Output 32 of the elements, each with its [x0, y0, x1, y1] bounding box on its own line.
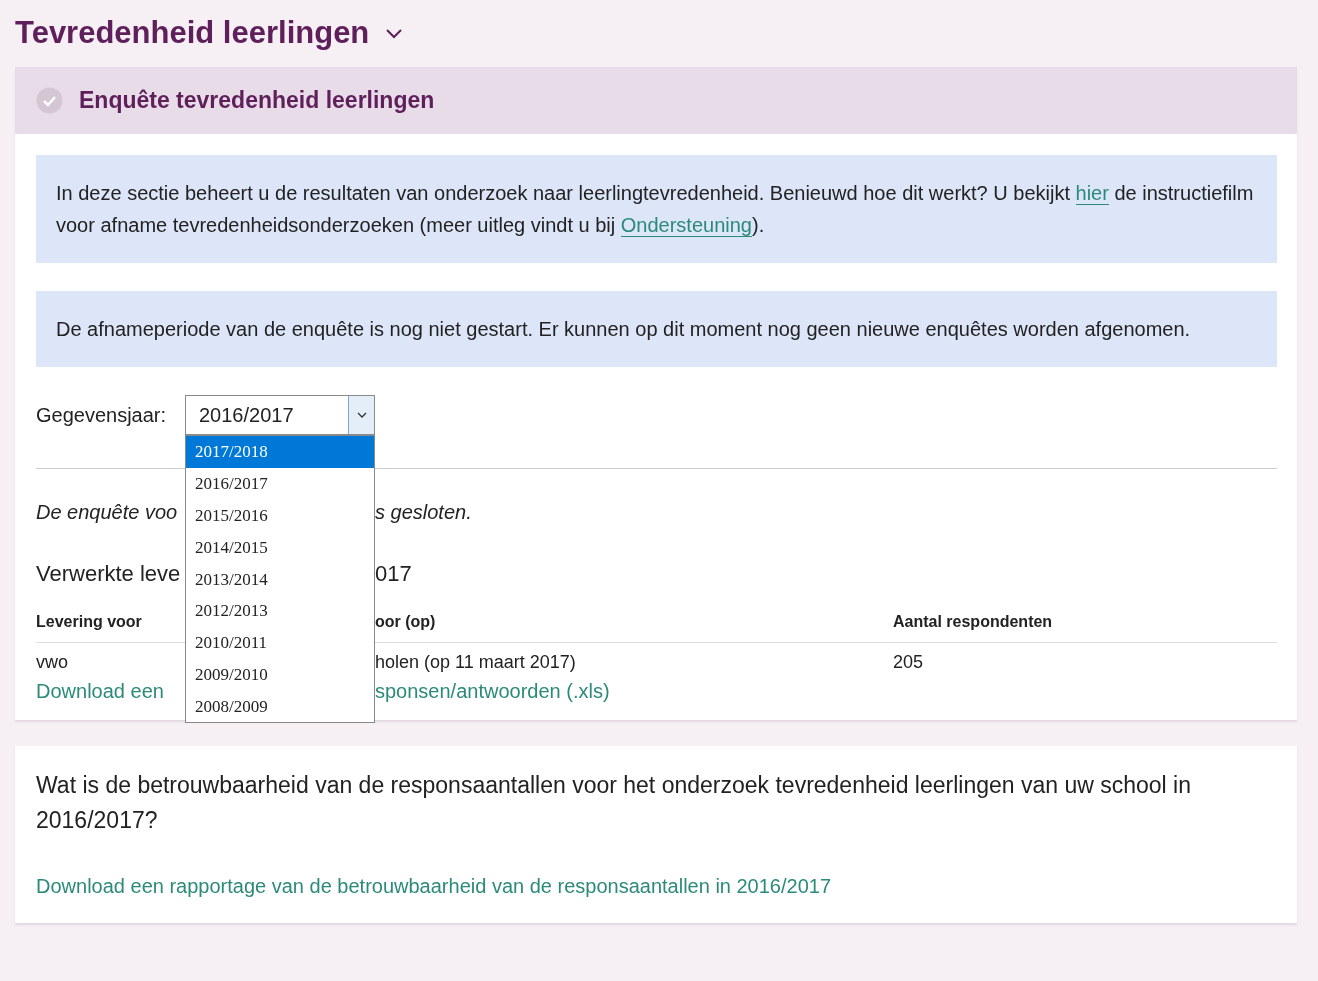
section-heading: 017 — [375, 560, 413, 589]
dropdown-option[interactable]: 2012/2013 — [186, 595, 374, 627]
status-text: De enquête voo — [36, 500, 179, 526]
page-title: Tevredenheid leerlingen — [15, 14, 370, 52]
panel-title: Enquête tevredenheid leerlingen — [79, 86, 435, 115]
field-label: Gegevensjaar: — [36, 403, 168, 429]
dropdown-option[interactable]: 2013/2014 — [186, 563, 374, 596]
table-cell-text: vwo — [36, 651, 69, 675]
dropdown-option[interactable]: 2009/2010 — [186, 658, 374, 691]
dropdown-option[interactable]: 2016/2017 — [186, 468, 374, 500]
column-header: Aantal respondenten — [893, 612, 1054, 633]
column-header: Levering voor — [36, 612, 143, 633]
status-text: s gesloten. — [375, 500, 473, 526]
year-select[interactable]: 2016/2017 — [185, 395, 375, 436]
column-header: oor (op) — [375, 612, 437, 633]
question-text: Wat is de betrouwbaarheid van de responsaantallen voor het onderzoek tevredenheid leerlingen van uw school in 2016/2017? — [36, 771, 1192, 835]
table-cell-text: 205 — [893, 651, 925, 675]
check-circle-icon — [36, 87, 63, 115]
dropdown-option[interactable]: 2015/2016 — [186, 499, 374, 532]
dropdown-option[interactable]: 2014/2015 — [186, 531, 374, 564]
dropdown-option[interactable]: 2008/2009 — [186, 690, 374, 723]
download-link[interactable]: Download een rapportage van de betrouwbaarheid van de responsaantallen in 2016/2017 — [36, 871, 832, 902]
dropdown-option[interactable]: 2017/2018 — [186, 436, 374, 468]
download-link[interactable]: sponsen/antwoorden (.xls) — [375, 676, 893, 707]
table-cell-text: holen (op 11 maart 2017) — [375, 651, 577, 675]
caret-icon — [356, 412, 367, 419]
section-heading: Verwerkte leve — [36, 560, 182, 589]
notice-text: De afnameperiode van de enquête is nog niet gestart. Er kunnen op dit moment nog geen nieuwe enquêtes worden afgenomen. — [56, 317, 1192, 343]
dropdown-option[interactable]: 2010/2011 — [186, 626, 374, 659]
download-link[interactable]: Download een — [36, 676, 185, 707]
chevron-down-icon[interactable] — [385, 26, 404, 39]
notice-text: In deze sectie beheert u de resultaten van onderzoek naar leerlingtevredenheid. Benieuwd hoe dit werkt? U bekijkt hier de instructiefilm voor afname tevredenheidsonderzoeken (meer uitleg vindt u bij Ondersteuning). — [56, 181, 1255, 240]
